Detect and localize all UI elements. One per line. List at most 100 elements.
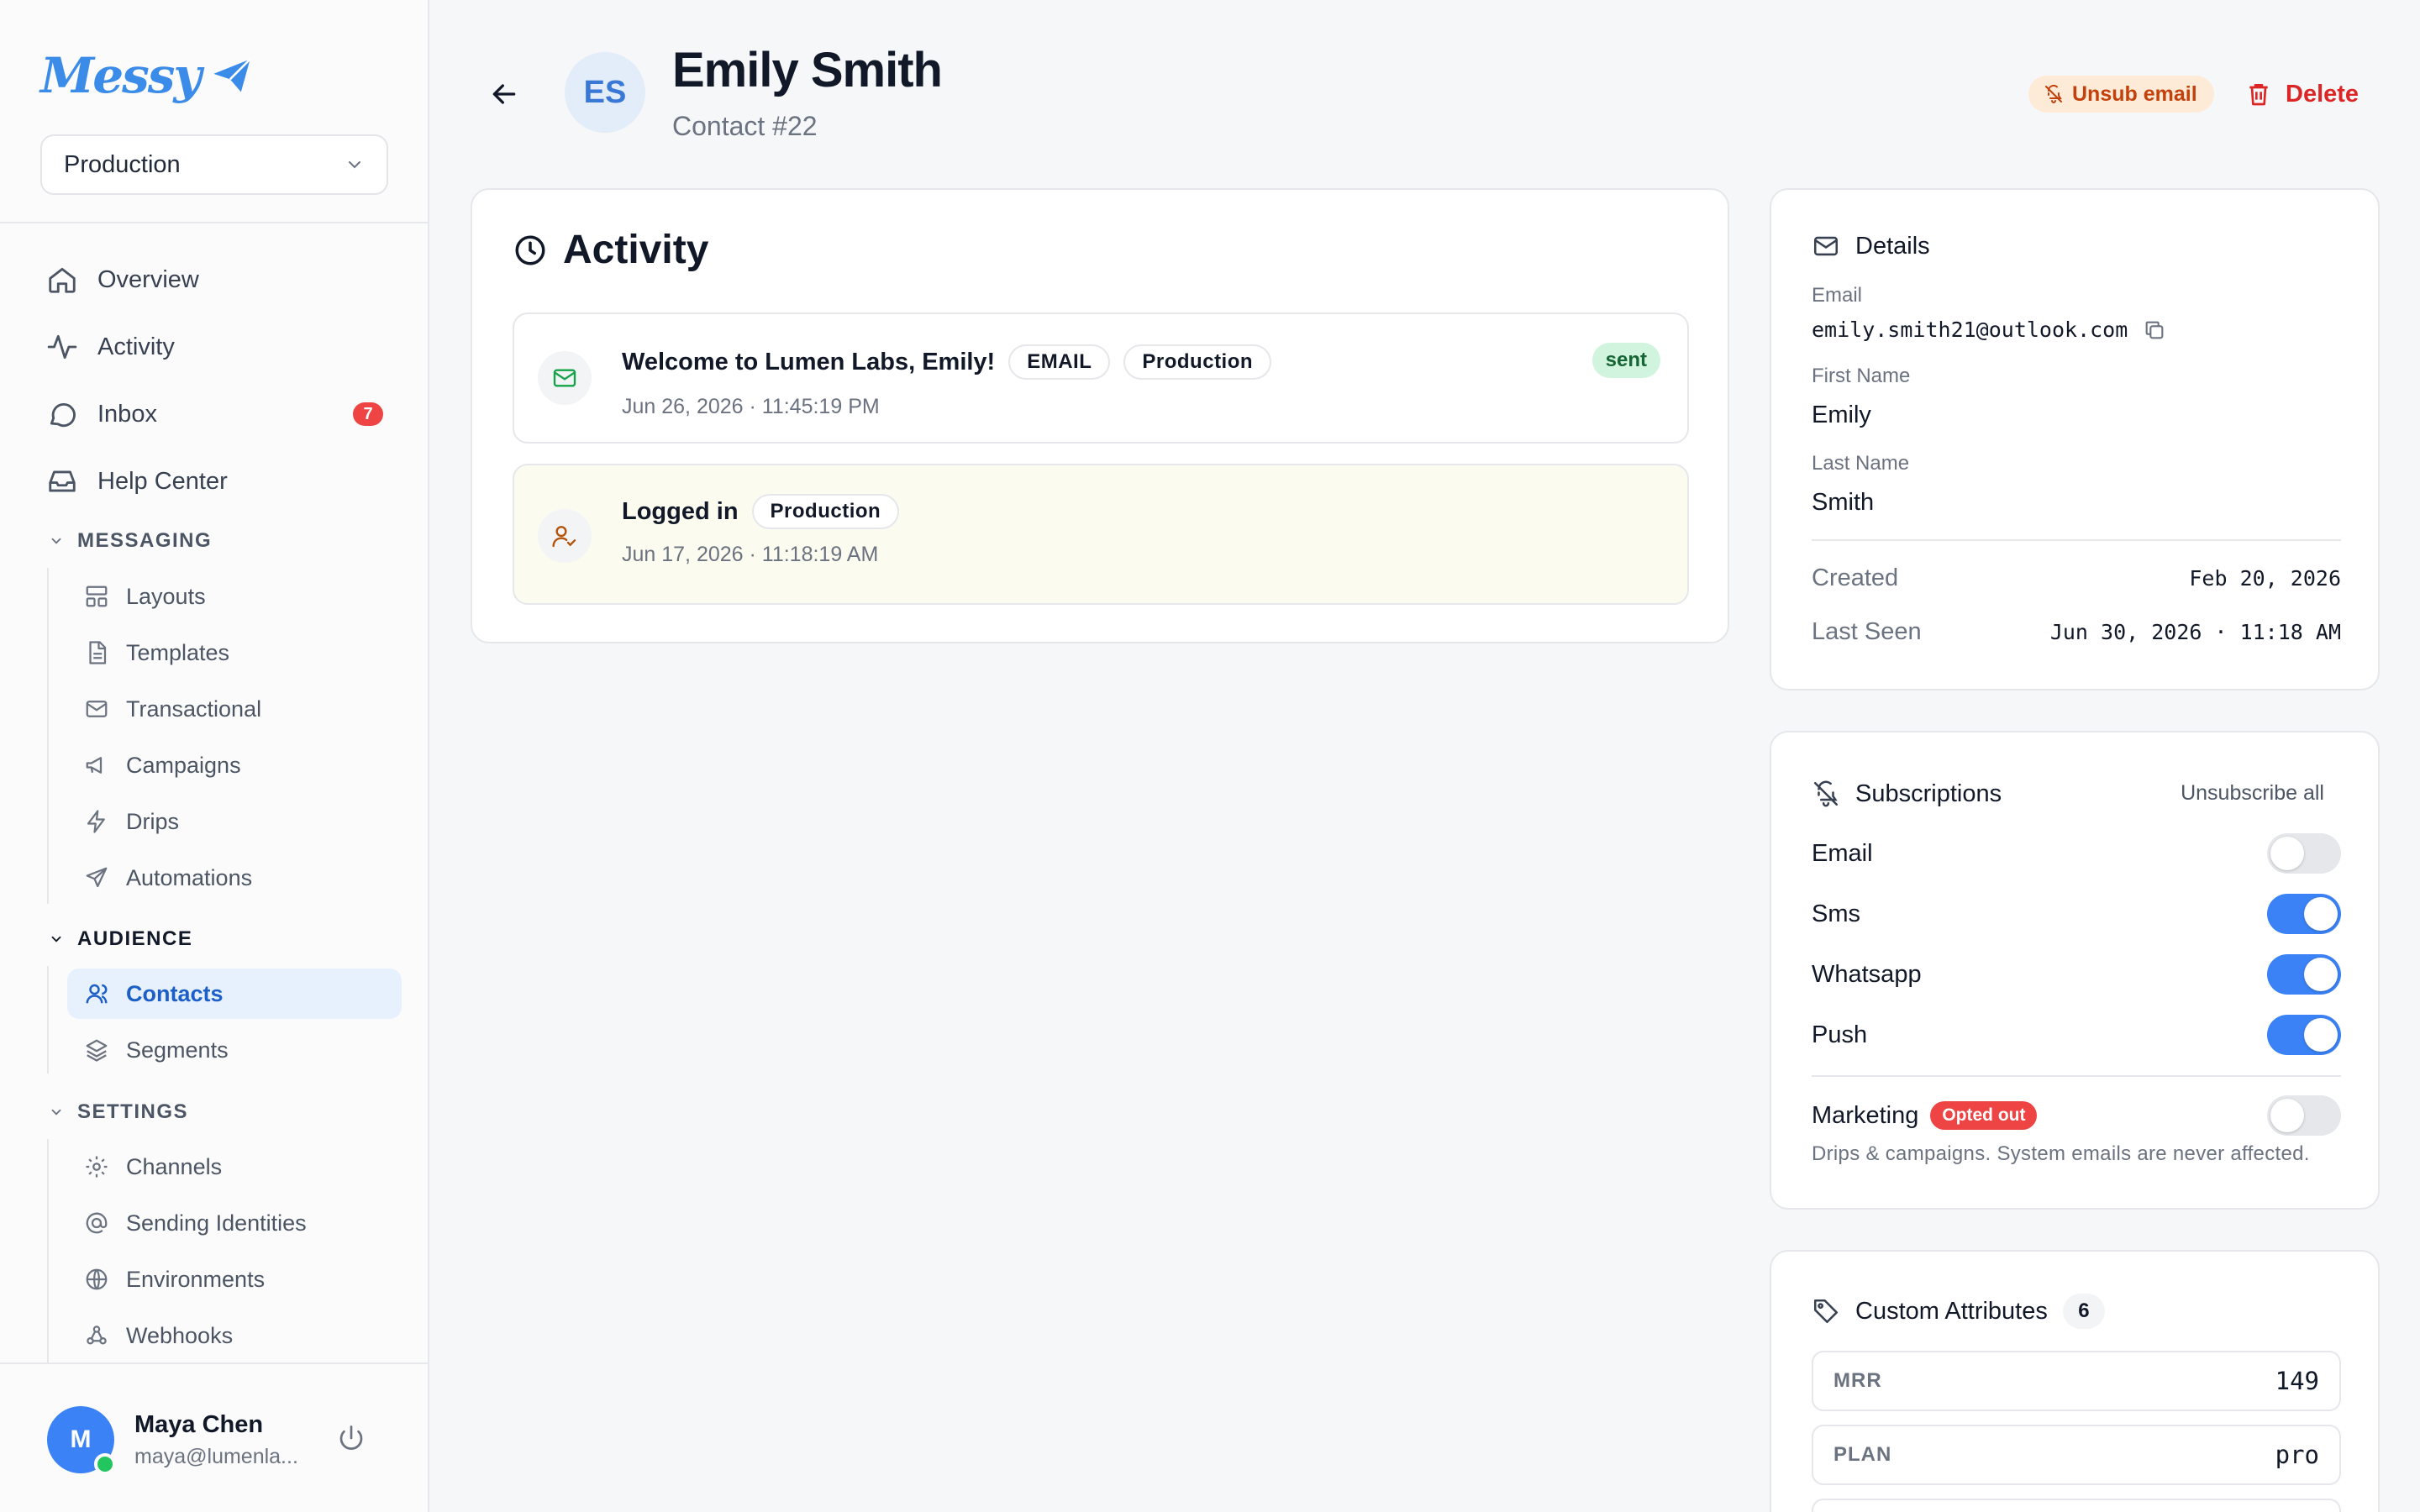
section-audience[interactable]: AUDIENCE bbox=[49, 927, 192, 951]
nav-item-layouts[interactable]: Layouts bbox=[67, 571, 402, 622]
nav-item-contacts[interactable]: Contacts bbox=[67, 969, 402, 1019]
mail-icon bbox=[1812, 232, 1840, 260]
webhook-icon bbox=[82, 1321, 111, 1350]
nav-item-overview[interactable]: Overview bbox=[45, 255, 390, 305]
nav-item-webhooks[interactable]: Webhooks bbox=[67, 1310, 402, 1361]
nav-item-environments[interactable]: Environments bbox=[67, 1254, 402, 1305]
last-seen-value: Jun 30, 2026 · 11:18 AM bbox=[2049, 620, 2341, 644]
user-email: maya@lumenla... bbox=[134, 1445, 298, 1468]
environment-select[interactable]: Production bbox=[40, 134, 388, 195]
subscription-row-push: Push bbox=[1812, 1015, 2341, 1055]
attribute-key: MRR bbox=[1833, 1369, 1882, 1392]
details-heading: Details bbox=[1812, 232, 1930, 260]
chevron-down-icon bbox=[345, 155, 365, 175]
event-title: Welcome to Lumen Labs, Emily! bbox=[622, 348, 996, 375]
sms-toggle[interactable] bbox=[2267, 894, 2341, 934]
created-row: Created Feb 20, 2026 bbox=[1812, 564, 2341, 592]
user-profile[interactable]: M Maya Chen maya@lumenla... bbox=[0, 1362, 429, 1512]
paper-plane-icon bbox=[208, 54, 255, 97]
marketing-label-group: Marketing Opted out bbox=[1812, 1101, 2038, 1130]
nav-label: Channels bbox=[126, 1153, 223, 1179]
inbox-tray-icon bbox=[45, 465, 79, 498]
inbox-unread-badge: 7 bbox=[353, 402, 383, 426]
toggle-knob bbox=[2304, 1018, 2338, 1052]
back-arrow-icon[interactable] bbox=[487, 77, 521, 111]
nav-item-templates[interactable]: Templates bbox=[67, 627, 402, 678]
clock-icon bbox=[513, 233, 548, 268]
attribute-count-badge: 6 bbox=[2062, 1294, 2105, 1329]
tree-line bbox=[47, 966, 49, 1074]
nav-label: Templates bbox=[126, 639, 230, 665]
details-card: Details Email emily.smith21@outlook.com … bbox=[1770, 188, 2380, 690]
nav-label: Webhooks bbox=[126, 1322, 234, 1348]
user-check-icon bbox=[538, 509, 592, 563]
nav-item-drips[interactable]: Drips bbox=[67, 796, 402, 847]
bell-off-icon bbox=[1812, 780, 1840, 808]
delete-label: Delete bbox=[2286, 80, 2360, 108]
delete-button[interactable]: Delete bbox=[2245, 76, 2359, 113]
user-name: Maya Chen bbox=[134, 1411, 264, 1438]
event-title-row: Welcome to Lumen Labs, Emily! EMAIL Prod… bbox=[622, 344, 1272, 380]
event-title: Logged in bbox=[622, 497, 739, 525]
unsub-email-label: Unsub email bbox=[2072, 81, 2197, 106]
activity-event[interactable]: Logged in Production Jun 17, 2026 · 11:1… bbox=[513, 464, 1689, 605]
subscription-label: Push bbox=[1812, 1021, 1868, 1048]
email-toggle[interactable] bbox=[2267, 833, 2341, 874]
attribute-row[interactable]: MRR 149 bbox=[1812, 1351, 2341, 1411]
section-settings[interactable]: SETTINGS bbox=[49, 1100, 188, 1124]
marketing-toggle[interactable] bbox=[2267, 1095, 2341, 1136]
nav-label: Automations bbox=[126, 864, 253, 890]
bell-off-icon bbox=[2044, 84, 2064, 104]
logo-text: Messy bbox=[40, 47, 202, 104]
copy-icon[interactable] bbox=[2143, 318, 2166, 342]
subscription-row-whatsapp: Whatsapp bbox=[1812, 954, 2341, 995]
nav-item-transactional[interactable]: Transactional bbox=[67, 684, 402, 734]
globe-icon bbox=[82, 1265, 111, 1294]
event-tag: Production bbox=[751, 494, 900, 529]
nav-item-activity[interactable]: Activity bbox=[45, 322, 390, 372]
sidebar-divider bbox=[0, 222, 429, 223]
nav-item-automations[interactable]: Automations bbox=[67, 853, 402, 903]
custom-attributes-card: Custom Attributes 6 MRR 149 PLAN pro bbox=[1770, 1250, 2380, 1512]
section-messaging[interactable]: MESSAGING bbox=[49, 529, 212, 553]
subscription-label: Sms bbox=[1812, 900, 1860, 927]
nav-label: Layouts bbox=[126, 583, 206, 609]
activity-card: Activity Welcome to Lumen Labs, Emily! E… bbox=[471, 188, 1729, 643]
whatsapp-toggle[interactable] bbox=[2267, 954, 2341, 995]
nav-item-segments[interactable]: Segments bbox=[67, 1025, 402, 1075]
nav-item-inbox[interactable]: Inbox 7 bbox=[45, 389, 390, 439]
event-tag: EMAIL bbox=[1008, 344, 1111, 380]
event-time: Jun 26, 2026 · 11:45:19 PM bbox=[622, 395, 880, 418]
push-toggle[interactable] bbox=[2267, 1015, 2341, 1055]
power-icon[interactable] bbox=[336, 1423, 366, 1453]
nav-item-channels[interactable]: Channels bbox=[67, 1142, 402, 1192]
at-sign-icon bbox=[82, 1209, 111, 1237]
unsub-email-button[interactable]: Unsub email bbox=[2028, 76, 2214, 113]
activity-event[interactable]: Welcome to Lumen Labs, Emily! EMAIL Prod… bbox=[513, 312, 1689, 444]
nav-item-campaigns[interactable]: Campaigns bbox=[67, 740, 402, 790]
activity-heading: Activity bbox=[513, 227, 708, 273]
custom-attributes-title: Custom Attributes bbox=[1855, 1297, 2048, 1325]
subscription-label: Email bbox=[1812, 839, 1873, 867]
attribute-row[interactable] bbox=[1812, 1499, 2341, 1512]
brand-logo[interactable]: Messy bbox=[40, 42, 255, 109]
tag-icon bbox=[1812, 1297, 1840, 1326]
trash-icon bbox=[2245, 81, 2272, 108]
chat-bubble-icon bbox=[45, 397, 79, 431]
details-title: Details bbox=[1855, 232, 1930, 260]
user-icon bbox=[82, 979, 111, 1008]
status-badge: sent bbox=[1591, 343, 1660, 378]
unsubscribe-all-button[interactable]: Unsubscribe all bbox=[2181, 781, 2324, 806]
nav-item-help-center[interactable]: Help Center bbox=[45, 456, 390, 507]
page-title: Emily Smith bbox=[672, 43, 943, 97]
environment-select-value: Production bbox=[64, 150, 181, 178]
attribute-row[interactable]: PLAN pro bbox=[1812, 1425, 2341, 1485]
toggle-knob bbox=[2304, 897, 2338, 931]
toggle-knob bbox=[2270, 1099, 2304, 1132]
chevron-down-icon bbox=[49, 932, 64, 947]
nav-item-sending-identities[interactable]: Sending Identities bbox=[67, 1198, 402, 1248]
nav-label: Help Center bbox=[97, 467, 228, 495]
nav-label: Transactional bbox=[126, 696, 262, 722]
subscription-row-email: Email bbox=[1812, 833, 2341, 874]
attribute-key: PLAN bbox=[1833, 1443, 1892, 1466]
